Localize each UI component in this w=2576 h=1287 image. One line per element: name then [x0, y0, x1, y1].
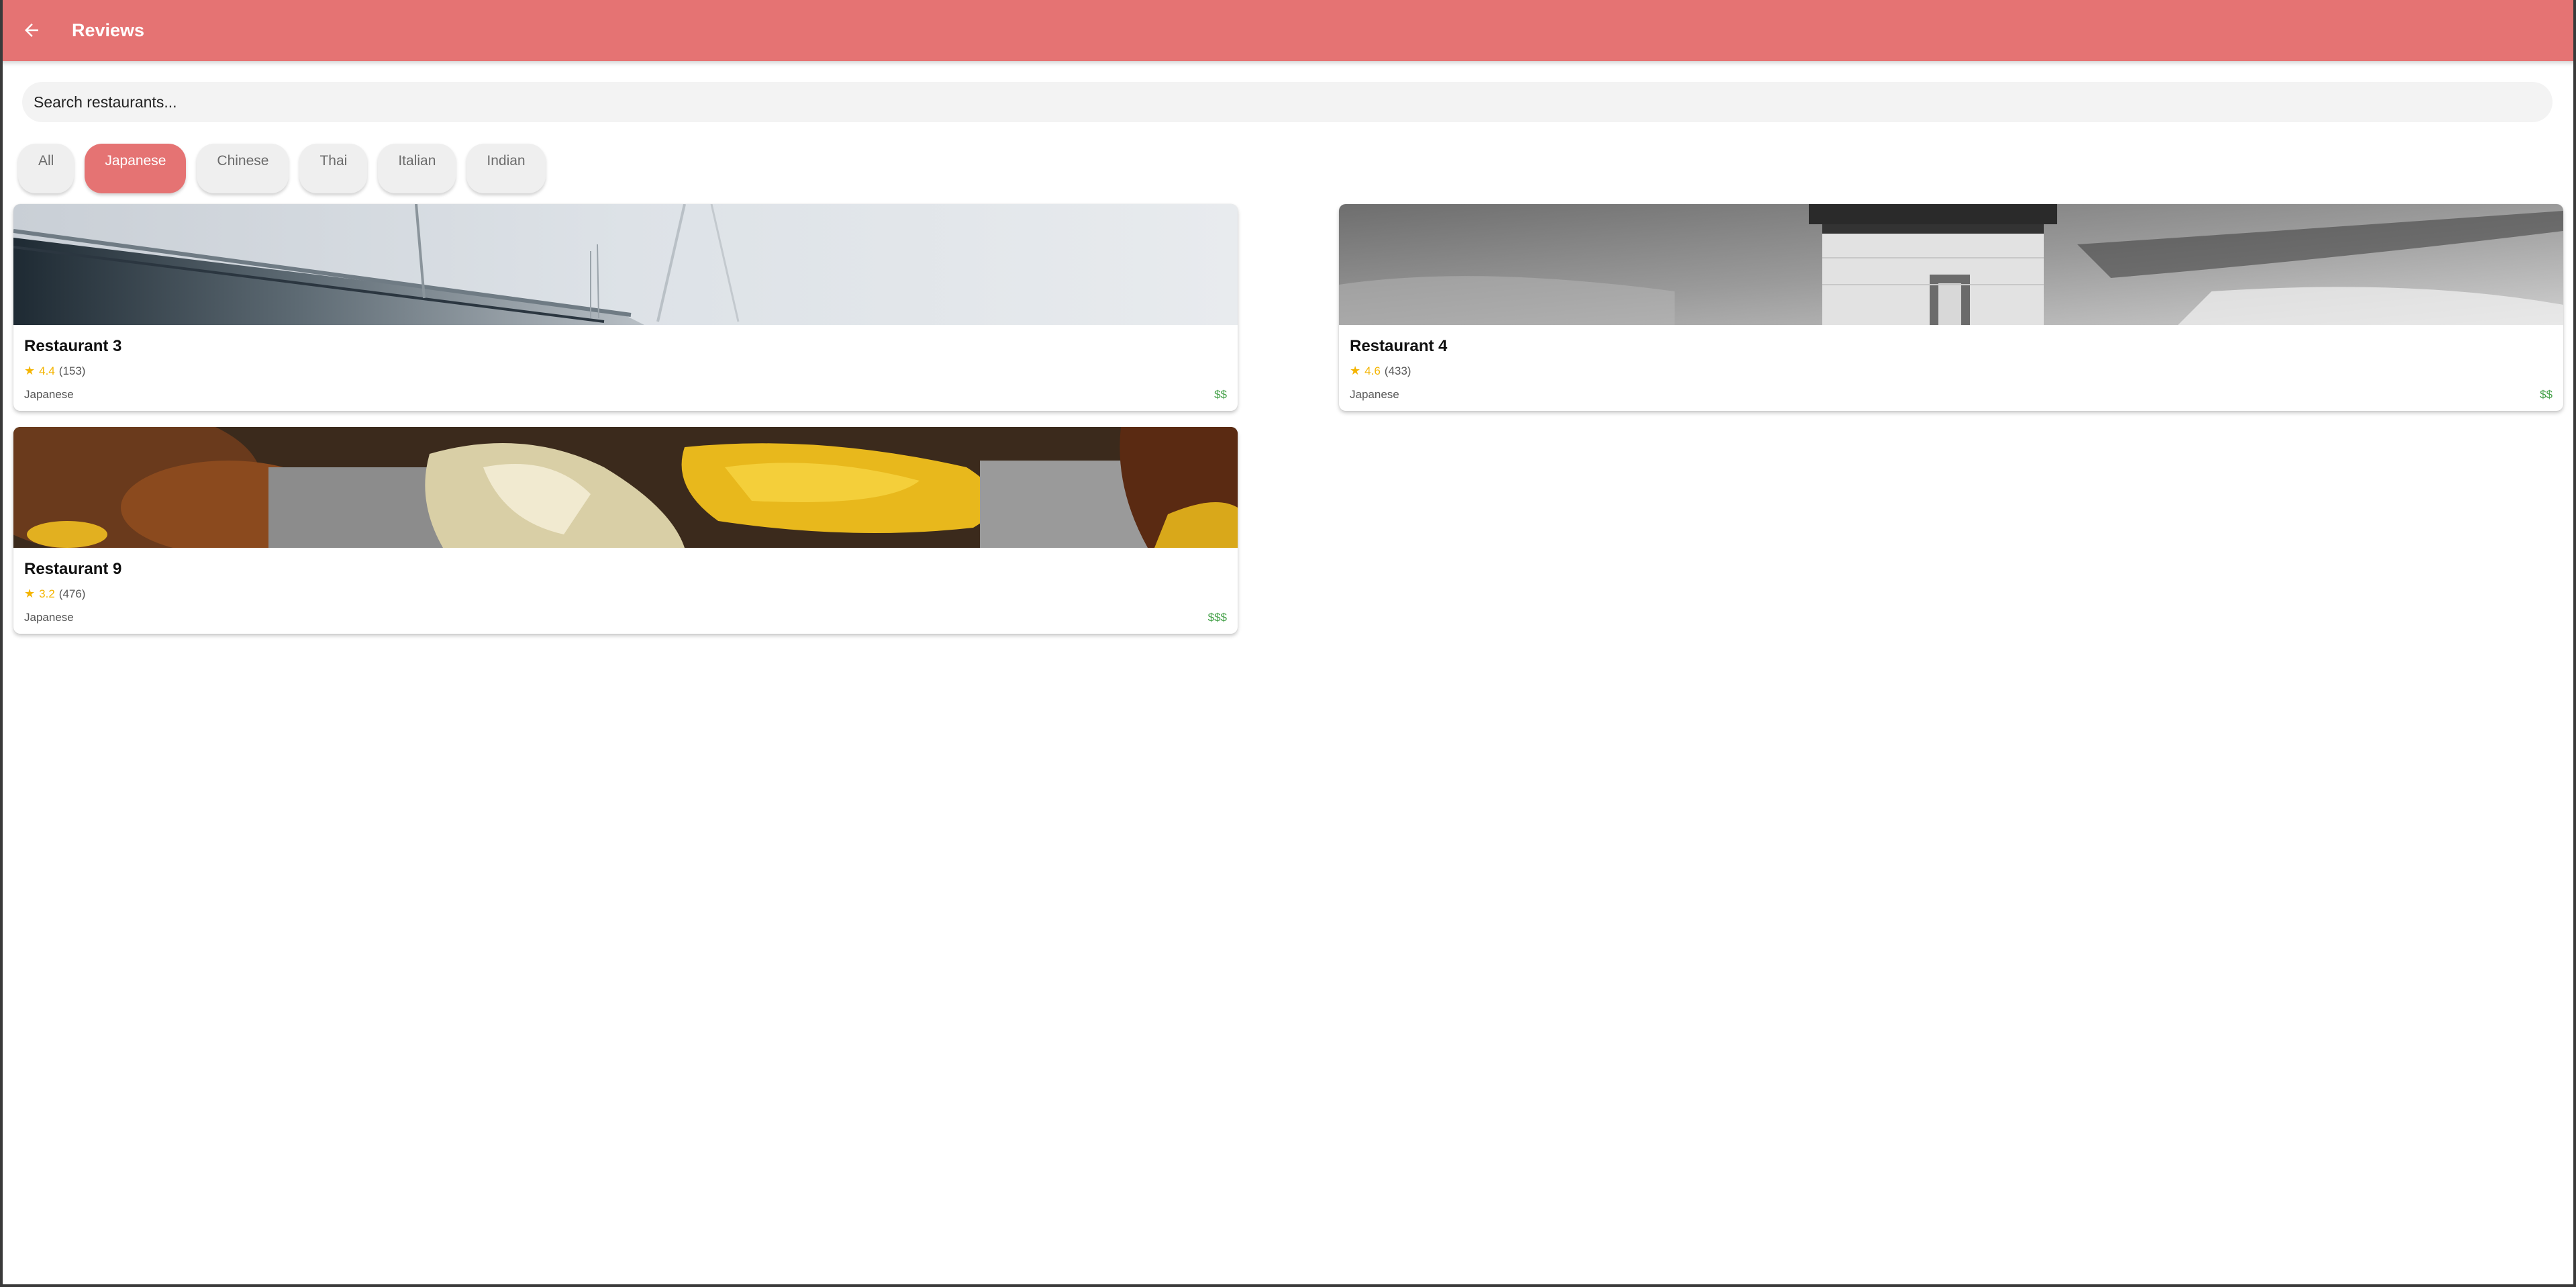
star-icon: ★ — [1350, 364, 1361, 377]
review-count: (476) — [58, 587, 86, 600]
review-count: (153) — [58, 364, 86, 377]
restaurant-name: Restaurant 4 — [1350, 337, 1448, 355]
restaurant-card[interactable]: Restaurant 3 ★ 4.4 (153) Japanese $$ — [13, 204, 1238, 411]
back-button[interactable] — [16, 15, 47, 46]
page-title: Reviews — [72, 20, 145, 40]
lighthouse-photo — [1339, 204, 2563, 325]
restaurant-card[interactable]: Restaurant 9 ★ 3.2 (476) Japanese $$$ — [13, 427, 1238, 634]
restaurant-card[interactable]: Restaurant 4 ★ 4.6 (433) Japanese $$ — [1339, 204, 2563, 411]
cuisine-label: Japanese — [1350, 388, 1399, 401]
review-count: (433) — [1384, 364, 1411, 377]
star-icon: ★ — [24, 587, 36, 600]
chip-indian[interactable]: Indian — [466, 144, 546, 193]
rating-value: 4.6 — [1365, 364, 1381, 377]
price-level: $$ — [2540, 388, 2553, 401]
rating-value: 4.4 — [39, 364, 55, 377]
price-level: $$ — [1214, 388, 1227, 401]
restaurant-name: Restaurant 3 — [24, 337, 122, 355]
rating-row: ★ 3.2 (476) — [24, 587, 85, 601]
restaurant-image — [13, 204, 1238, 325]
rating-value: 3.2 — [39, 587, 55, 600]
bridge-photo — [13, 204, 1238, 325]
chip-all[interactable]: All — [18, 144, 75, 193]
app-bar: Reviews — [0, 0, 2576, 61]
rating-row: ★ 4.4 (153) — [24, 364, 85, 378]
rating-row: ★ 4.6 (433) — [1350, 364, 1411, 378]
search-input[interactable] — [22, 82, 2553, 122]
chip-japanese[interactable]: Japanese — [85, 144, 187, 193]
restaurant-name: Restaurant 9 — [24, 560, 122, 578]
restaurant-image — [13, 427, 1238, 548]
cuisine-label: Japanese — [24, 611, 74, 624]
price-level: $$$ — [1207, 611, 1227, 624]
cuisine-label: Japanese — [24, 388, 74, 401]
back-arrow-icon — [25, 23, 38, 37]
food-photo — [13, 427, 1238, 548]
chip-thai[interactable]: Thai — [299, 144, 368, 193]
star-icon: ★ — [24, 364, 36, 377]
restaurant-image — [1339, 204, 2563, 325]
chip-italian[interactable]: Italian — [378, 144, 456, 193]
cuisine-filter-chips: All Japanese Chinese Thai Italian Indian — [18, 144, 546, 193]
chip-chinese[interactable]: Chinese — [197, 144, 289, 193]
